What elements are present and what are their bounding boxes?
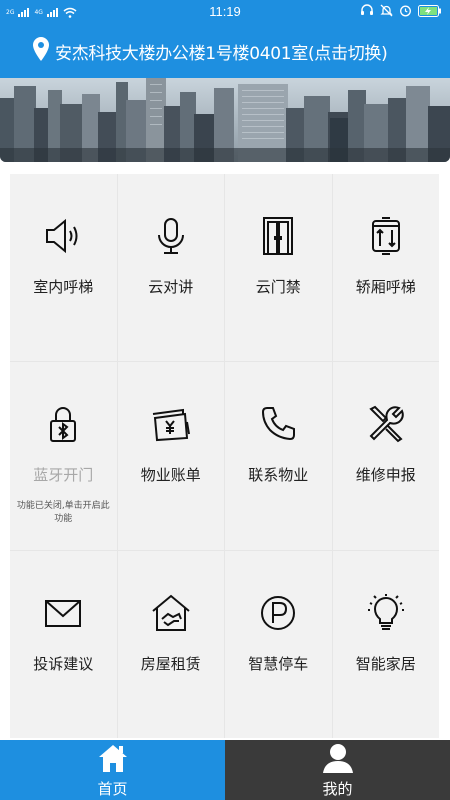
city-skyline-image	[0, 78, 450, 162]
grid-item-label: 云对讲	[148, 278, 194, 296]
nav-tab-home[interactable]: 首页	[0, 740, 225, 800]
grid-item-smart-home[interactable]: 智能家居	[332, 550, 439, 738]
grid-item-label: 轿厢呼梯	[355, 278, 416, 296]
user-icon	[322, 744, 353, 773]
status-right	[360, 4, 442, 17]
battery-charging-icon	[418, 4, 441, 17]
grid-item-label: 投诉建议	[33, 654, 94, 673]
feature-disabled-note: 功能已关闭,单击开启此功能	[16, 501, 110, 525]
nav-mine-label: 我的	[322, 780, 353, 798]
parking-icon	[256, 591, 300, 635]
bill-icon	[149, 402, 193, 446]
grid-item-label: 蓝牙开门	[33, 466, 94, 485]
grid-item-car-call-elevator[interactable]: 轿厢呼梯	[332, 174, 439, 362]
location-pin-icon	[33, 37, 49, 61]
grid-item-label: 智能家居	[355, 654, 416, 673]
grid-item-bluetooth-door[interactable]: 蓝牙开门 功能已关闭,单击开启此功能	[10, 362, 117, 550]
grid-item-label: 云门禁	[255, 278, 301, 296]
grid-item-label: 智慧停车	[248, 654, 309, 673]
feature-grid: 室内呼梯 云对讲 云门禁 轿厢呼梯 蓝牙开门 功能已关闭,单击开启此功能 物业账…	[10, 174, 439, 738]
bottom-nav: 首页 我的	[0, 740, 450, 800]
alarm-icon	[400, 5, 411, 17]
grid-item-smart-parking[interactable]: 智慧停车	[225, 550, 332, 738]
grid-item-repair-report[interactable]: 维修申报	[332, 362, 439, 550]
grid-item-cloud-intercom[interactable]: 云对讲	[117, 174, 224, 362]
bluetooth-lock-icon	[41, 402, 85, 446]
headset-icon	[361, 4, 373, 15]
grid-item-contact-property[interactable]: 联系物业	[225, 362, 332, 550]
banner-image	[0, 78, 450, 162]
home-icon	[98, 745, 127, 772]
status-bar: 2G 4G 11:19	[0, 0, 450, 24]
grid-item-cloud-access[interactable]: 云门禁	[225, 174, 332, 362]
grid-item-label: 联系物业	[248, 466, 309, 485]
grid-item-complaint[interactable]: 投诉建议	[10, 550, 117, 738]
grid-item-indoor-call-elevator[interactable]: 室内呼梯	[10, 174, 117, 362]
bell-muted-icon	[380, 4, 393, 17]
grid-item-house-rental[interactable]: 房屋租赁	[117, 550, 224, 738]
location-text: 安杰科技大楼办公楼1号楼0401室(点击切换)	[55, 44, 388, 64]
mail-icon	[41, 591, 85, 635]
location-switcher[interactable]: 安杰科技大楼办公楼1号楼0401室(点击切换)	[0, 24, 450, 78]
speaker-icon	[41, 214, 85, 258]
nav-home-label: 首页	[97, 780, 128, 798]
grid-item-label: 房屋租赁	[140, 654, 201, 673]
door-icon	[256, 214, 300, 258]
grid-item-property-bill[interactable]: 物业账单	[117, 362, 224, 550]
grid-item-label: 室内呼梯	[33, 278, 94, 296]
nav-tab-mine[interactable]: 我的	[225, 740, 450, 800]
elevator-icon	[364, 214, 408, 258]
grid-item-label: 物业账单	[140, 466, 201, 485]
phone-icon	[256, 402, 300, 446]
house-handshake-icon	[149, 591, 193, 635]
lightbulb-icon	[364, 591, 408, 635]
grid-item-label: 维修申报	[355, 466, 416, 485]
microphone-icon	[149, 214, 193, 258]
tools-icon	[364, 402, 408, 446]
